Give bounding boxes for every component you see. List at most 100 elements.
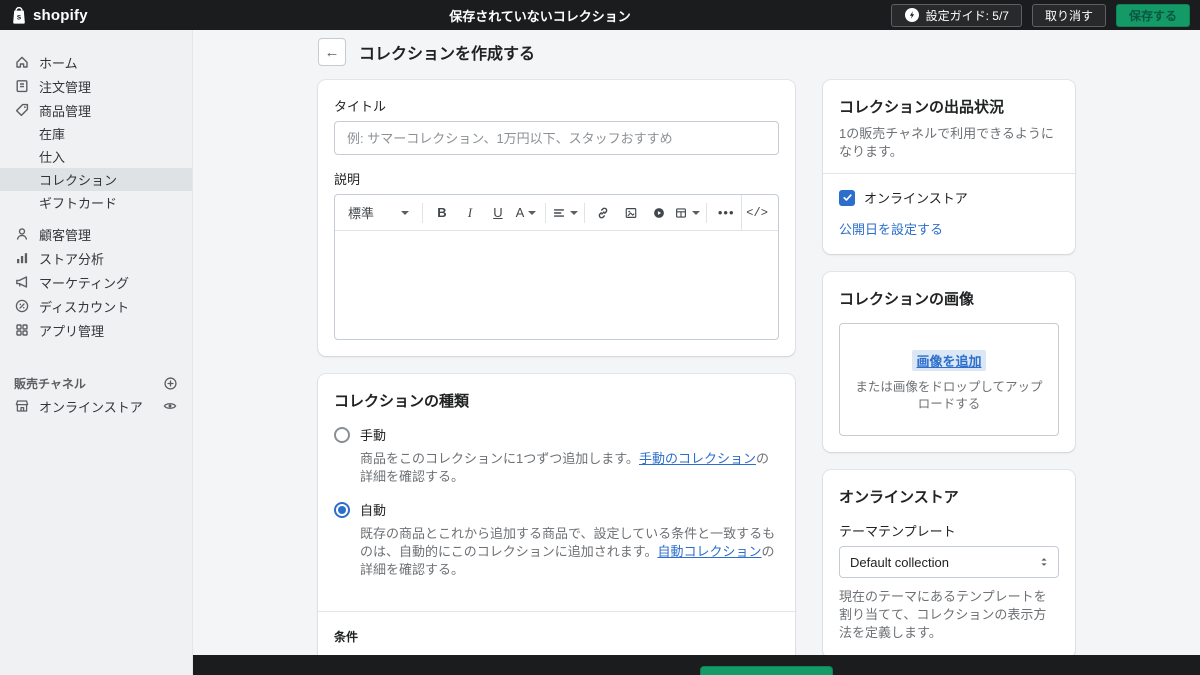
analytics-icon — [14, 250, 30, 266]
topbar: s shopify 保存されていないコレクション 設定ガイド: 5/7 取り消す… — [0, 0, 1200, 30]
sidebar: ホーム 注文管理 商品管理 在庫 仕入 コレクション ギフトカード 顧客管理 ス… — [0, 30, 193, 675]
sidebar-item-products[interactable]: 商品管理 — [0, 98, 192, 122]
collection-title-input[interactable] — [334, 121, 779, 155]
title-label: タイトル — [334, 99, 387, 114]
online-store-channel-option[interactable]: オンラインストア — [839, 188, 1059, 207]
setup-guide-button[interactable]: 設定ガイド: 5/7 — [890, 3, 1022, 27]
bold-button[interactable]: B — [429, 200, 455, 226]
sidebar-item-customers[interactable]: 顧客管理 — [0, 222, 192, 246]
image-icon — [626, 207, 637, 218]
online-store-channel-label: オンラインストア — [864, 191, 968, 206]
sidebar-subitem-label: 在庫 — [39, 127, 66, 142]
manual-radio[interactable] — [334, 426, 350, 443]
topbar-actions: 設定ガイド: 5/7 取り消す 保存する — [890, 3, 1190, 27]
description-editor: 標準 B I U A ••• </> — [334, 194, 779, 340]
auto-type-option[interactable]: 自動 — [334, 500, 779, 519]
text-color-label: A — [515, 205, 525, 220]
sidebar-item-analytics[interactable]: ストア分析 — [0, 246, 192, 270]
sidebar-item-purchases[interactable]: 仕入 — [0, 145, 192, 168]
insert-link-button[interactable] — [590, 200, 616, 226]
auto-collection-link[interactable]: 自動コレクション — [657, 544, 761, 559]
sidebar-item-discounts[interactable]: ディスカウント — [0, 294, 192, 318]
chevron-down-icon — [528, 210, 537, 215]
discard-button[interactable]: 取り消す — [1031, 3, 1106, 27]
add-image-button[interactable]: 画像を追加 — [912, 350, 986, 371]
auto-radio[interactable] — [334, 501, 350, 518]
setup-guide-icon — [904, 7, 920, 23]
paragraph-style-select[interactable]: 標準 — [341, 200, 416, 226]
manual-type-option[interactable]: 手動 — [334, 425, 779, 444]
main-content: ← コレクションを作成する タイトル 説明 — [193, 30, 1200, 675]
theme-template-select[interactable]: Default collection — [839, 546, 1059, 578]
insert-video-button[interactable] — [646, 200, 672, 226]
align-left-icon — [553, 208, 564, 217]
theme-template-value: Default collection — [850, 554, 949, 570]
paragraph-style-value: 標準 — [348, 206, 375, 221]
back-button[interactable]: ← — [318, 38, 346, 66]
footer-save-button[interactable]: 保存する — [700, 666, 833, 675]
sidebar-item-label: ホーム — [39, 55, 78, 71]
auto-description: 既存の商品とこれから追加する商品で、設定している条件と一致するものは、自動的にこ… — [334, 525, 779, 579]
link-icon — [599, 207, 608, 218]
manual-description: 商品をこのコレクションに1つずつ追加します。手動のコレクションの詳細を確認する。 — [334, 450, 779, 486]
chevron-down-icon — [692, 210, 701, 215]
more-formatting-button[interactable]: ••• — [713, 200, 739, 226]
sidebar-item-inventory[interactable]: 在庫 — [0, 122, 192, 145]
table-icon — [676, 207, 687, 218]
text-color-button[interactable]: A — [513, 200, 539, 226]
insert-table-button[interactable] — [674, 200, 701, 226]
rich-text-toolbar: 標準 B I U A ••• </> — [335, 195, 778, 231]
online-store-heading: オンラインストア — [839, 489, 959, 506]
save-button[interactable]: 保存する — [1115, 3, 1190, 27]
insert-image-button[interactable] — [618, 200, 644, 226]
sidebar-item-label: 商品管理 — [39, 103, 92, 119]
sidebar-item-label: オンラインストア — [39, 399, 143, 415]
sidebar-item-orders[interactable]: 注文管理 — [0, 74, 192, 98]
products-tag-icon — [14, 102, 30, 118]
store-icon — [14, 398, 30, 414]
page-header: ← コレクションを作成する — [318, 38, 1075, 66]
collection-image-heading: コレクションの画像 — [839, 291, 975, 308]
setup-guide-label: 設定ガイド: 5/7 — [925, 8, 1009, 23]
conditions-heading: 条件 — [334, 630, 359, 644]
sidebar-item-gift-cards[interactable]: ギフトカード — [0, 191, 192, 214]
page-title: コレクションを作成する — [359, 46, 536, 63]
discounts-icon — [14, 298, 30, 314]
collection-type-heading: コレクションの種類 — [334, 393, 470, 410]
customers-icon — [14, 226, 30, 242]
auto-label: 自動 — [360, 503, 387, 518]
availability-heading: コレクションの出品状況 — [839, 99, 1005, 116]
manual-collection-link[interactable]: 手動のコレクション — [639, 451, 756, 466]
online-store-checkbox[interactable] — [839, 189, 855, 206]
sidebar-item-label: マーケティング — [39, 275, 129, 291]
eye-icon[interactable] — [162, 398, 178, 414]
details-card: タイトル 説明 標準 B — [318, 80, 795, 356]
orders-icon — [14, 78, 30, 94]
underline-button[interactable]: U — [485, 200, 511, 226]
show-html-button[interactable]: </> — [741, 195, 772, 231]
theme-template-card: オンラインストア テーマテンプレート Default collection 現在… — [823, 470, 1075, 658]
image-dropzone[interactable]: 画像を追加 または画像をドロップしてアップロードする — [839, 323, 1059, 436]
sidebar-item-marketing[interactable]: マーケティング — [0, 270, 192, 294]
apps-grid-icon — [14, 322, 30, 338]
italic-button[interactable]: I — [457, 200, 483, 226]
sidebar-item-online-store[interactable]: オンラインストア — [0, 394, 192, 418]
collection-type-card: コレクションの種類 手動 商品をこのコレクションに1つずつ追加します。手動のコレ… — [318, 374, 795, 675]
manual-desc-text: 商品をこのコレクションに1つずつ追加します。 — [360, 451, 639, 466]
add-channel-button[interactable] — [162, 375, 178, 391]
chevron-down-icon — [569, 210, 578, 215]
plus-icon — [163, 376, 177, 390]
description-label: 説明 — [334, 172, 361, 187]
sidebar-item-collections[interactable]: コレクション — [0, 168, 192, 191]
unsaved-collection-title: 保存されていないコレクション — [449, 8, 631, 24]
sidebar-item-apps[interactable]: アプリ管理 — [0, 318, 192, 342]
schedule-publish-link[interactable]: 公開日を設定する — [839, 222, 943, 237]
sidebar-item-home[interactable]: ホーム — [0, 50, 192, 74]
home-icon — [14, 54, 30, 70]
description-editor-area[interactable] — [335, 231, 778, 339]
availability-card: コレクションの出品状況 1の販売チャネルで利用できるようになります。 オンライン… — [823, 80, 1075, 254]
collection-image-card: コレクションの画像 画像を追加 または画像をドロップしてアップロードする — [823, 272, 1075, 452]
sales-channels-label: 販売チャネル — [14, 376, 86, 391]
alignment-button[interactable] — [552, 200, 578, 226]
shopify-logo[interactable]: s shopify — [10, 5, 195, 25]
